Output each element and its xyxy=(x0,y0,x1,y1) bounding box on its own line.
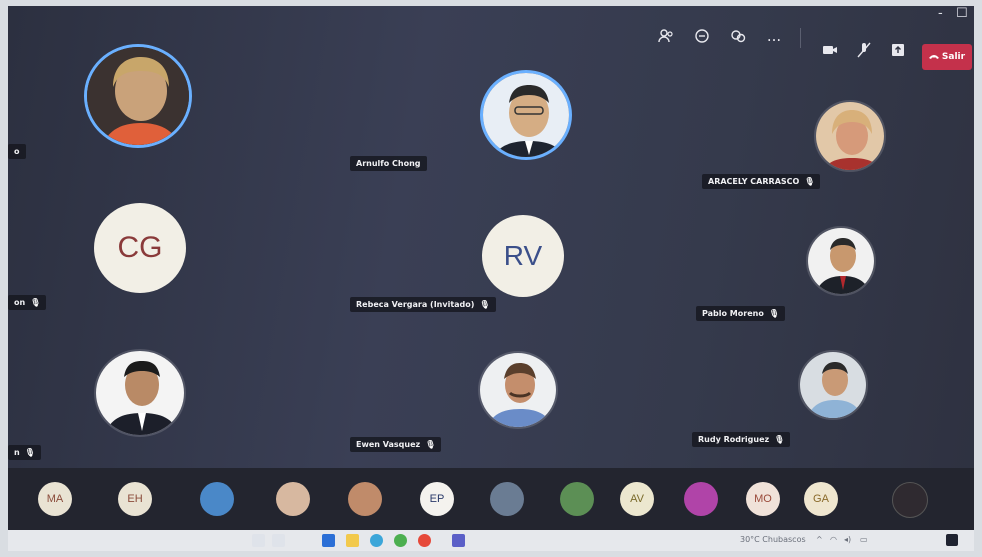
teams-icon[interactable] xyxy=(452,534,465,547)
participant-name-label: n 🎙︎ xyxy=(8,445,41,460)
mic-muted-icon: 🎙︎ xyxy=(804,177,815,186)
participant-tile[interactable]: Ewen Vasquez 🎙︎ xyxy=(350,331,692,468)
participant-photo xyxy=(480,70,572,160)
participant-name-label: Pablo Moreno 🎙︎ xyxy=(696,306,785,321)
windows-taskbar: 30°C Chubascos ^ ◠ ◂) ▭ xyxy=(8,530,974,551)
strip-avatar[interactable] xyxy=(200,482,234,516)
participant-name-label: Rudy Rodriguez 🎙︎ xyxy=(692,432,791,447)
strip-avatar[interactable]: EH xyxy=(118,482,152,516)
strip-avatar[interactable]: MA xyxy=(38,482,72,516)
participant-tile[interactable]: Rudy Rodriguez 🎙︎ xyxy=(692,336,974,468)
participant-tile[interactable]: o xyxy=(8,6,350,171)
weather-widget[interactable]: 30°C Chubascos xyxy=(740,535,806,544)
participant-tile[interactable]: Pablo Moreno 🎙︎ xyxy=(692,196,974,336)
participant-name-label: on 🎙︎ xyxy=(8,295,47,310)
participant-name-label: Rebeca Vergara (Invitado) 🎙︎ xyxy=(350,297,496,312)
strip-avatar[interactable] xyxy=(490,482,524,516)
browser-icon[interactable] xyxy=(418,534,431,547)
participant-initials-avatar: CG xyxy=(94,203,186,293)
participant-photo xyxy=(478,351,558,429)
participant-photo xyxy=(798,350,868,420)
strip-avatar[interactable] xyxy=(276,482,310,516)
participant-strip: MA EH EP AV MO GA xyxy=(8,468,974,530)
participant-photo xyxy=(94,349,186,437)
strip-avatar[interactable] xyxy=(348,482,382,516)
file-explorer-icon[interactable] xyxy=(346,534,359,547)
participant-name-label: Arnulfo Chong xyxy=(350,156,427,171)
participant-tile[interactable]: n 🎙︎ xyxy=(8,321,350,468)
wifi-icon[interactable]: ◠ xyxy=(830,535,837,544)
participant-name-label: Ewen Vasquez 🎙︎ xyxy=(350,437,442,452)
strip-avatar[interactable]: GA xyxy=(804,482,838,516)
participant-tile[interactable]: ARACELY CARRASCO 🎙︎ xyxy=(692,6,974,196)
mic-muted-icon: 🎙︎ xyxy=(774,435,785,444)
participant-photo xyxy=(84,44,192,148)
participant-tile[interactable]: Arnulfo Chong xyxy=(350,6,692,191)
participant-tile[interactable]: CG on 🎙︎ xyxy=(8,171,350,321)
strip-avatar[interactable] xyxy=(684,482,718,516)
participant-tile[interactable]: RV Rebeca Vergara (Invitado) 🎙︎ xyxy=(350,191,692,331)
chevron-up-icon[interactable]: ^ xyxy=(816,535,823,544)
strip-avatar[interactable]: AV xyxy=(620,482,654,516)
mic-muted-icon: 🎙︎ xyxy=(768,309,779,318)
strip-avatar[interactable] xyxy=(560,482,594,516)
chrome-icon[interactable] xyxy=(394,534,407,547)
volume-icon[interactable]: ◂) xyxy=(844,535,851,544)
mic-muted-icon: 🎙︎ xyxy=(425,440,436,449)
participant-name-label: ARACELY CARRASCO 🎙︎ xyxy=(702,174,821,189)
strip-avatar[interactable]: MO xyxy=(746,482,780,516)
strip-avatar[interactable] xyxy=(892,482,928,518)
teams-meeting-window: - ☐ ... Salir o Arnulfo Chong ARACELY CA… xyxy=(8,6,974,551)
participant-name-label: o xyxy=(8,144,26,159)
strip-avatar[interactable]: EP xyxy=(420,482,454,516)
notification-icon[interactable] xyxy=(946,534,958,546)
mic-muted-icon: 🎙︎ xyxy=(30,298,41,307)
mic-muted-icon: 🎙︎ xyxy=(24,448,35,457)
mic-muted-icon: 🎙︎ xyxy=(479,300,490,309)
windows-start-icon[interactable] xyxy=(322,534,335,547)
edge-icon[interactable] xyxy=(370,534,383,547)
participant-photo xyxy=(814,100,886,172)
search-icon[interactable] xyxy=(252,534,265,547)
participant-initials-avatar: RV xyxy=(482,215,564,297)
participant-photo xyxy=(806,226,876,296)
task-view-icon[interactable] xyxy=(272,534,285,547)
battery-icon[interactable]: ▭ xyxy=(860,535,868,544)
